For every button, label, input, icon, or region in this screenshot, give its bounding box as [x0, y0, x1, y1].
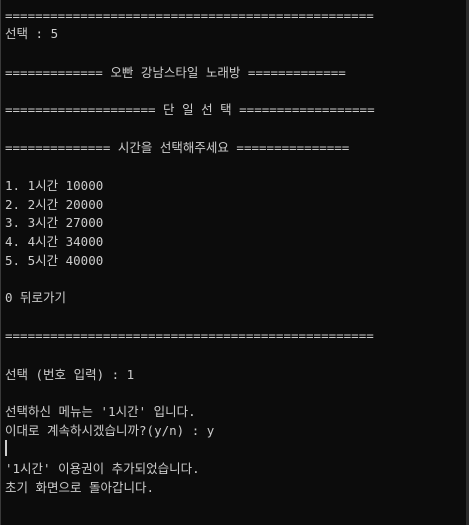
- return-message: 초기 화면으로 돌아갑니다.: [5, 480, 155, 495]
- selection-confirm-text: 선택하신 메뉴는 '1시간' 입니다.: [5, 404, 196, 419]
- separator-line: ========================================…: [5, 8, 374, 23]
- menu-option: 2. 2시간 20000: [5, 197, 104, 212]
- continue-prompt: 이대로 계속하시겠습니까?(y/n) : y: [5, 423, 215, 438]
- previous-selection-text: 선택 : 5: [5, 26, 59, 41]
- mode-banner: ==================== 단 일 선 택 ===========…: [5, 102, 375, 117]
- menu-option: 4. 4시간 34000: [5, 234, 104, 249]
- menu-option: 3. 3시간 27000: [5, 215, 104, 230]
- input-prompt: 선택 (번호 입력) : 1: [5, 367, 135, 382]
- prompt-banner: ============== 시간을 선택해주세요 ==============…: [5, 140, 350, 155]
- text-cursor: [5, 440, 7, 456]
- menu-option: 1. 1시간 10000: [5, 178, 104, 193]
- menu-option: 5. 5시간 40000: [5, 253, 104, 268]
- title-banner: ============= 오빤 강남스타일 노래방 =============: [5, 65, 346, 80]
- back-option: 0 뒤로가기: [5, 290, 67, 305]
- console-window[interactable]: ========================================…: [0, 0, 469, 525]
- separator-line: ========================================…: [5, 328, 374, 343]
- result-message: '1시간' 이용권이 추가되었습니다.: [5, 461, 200, 476]
